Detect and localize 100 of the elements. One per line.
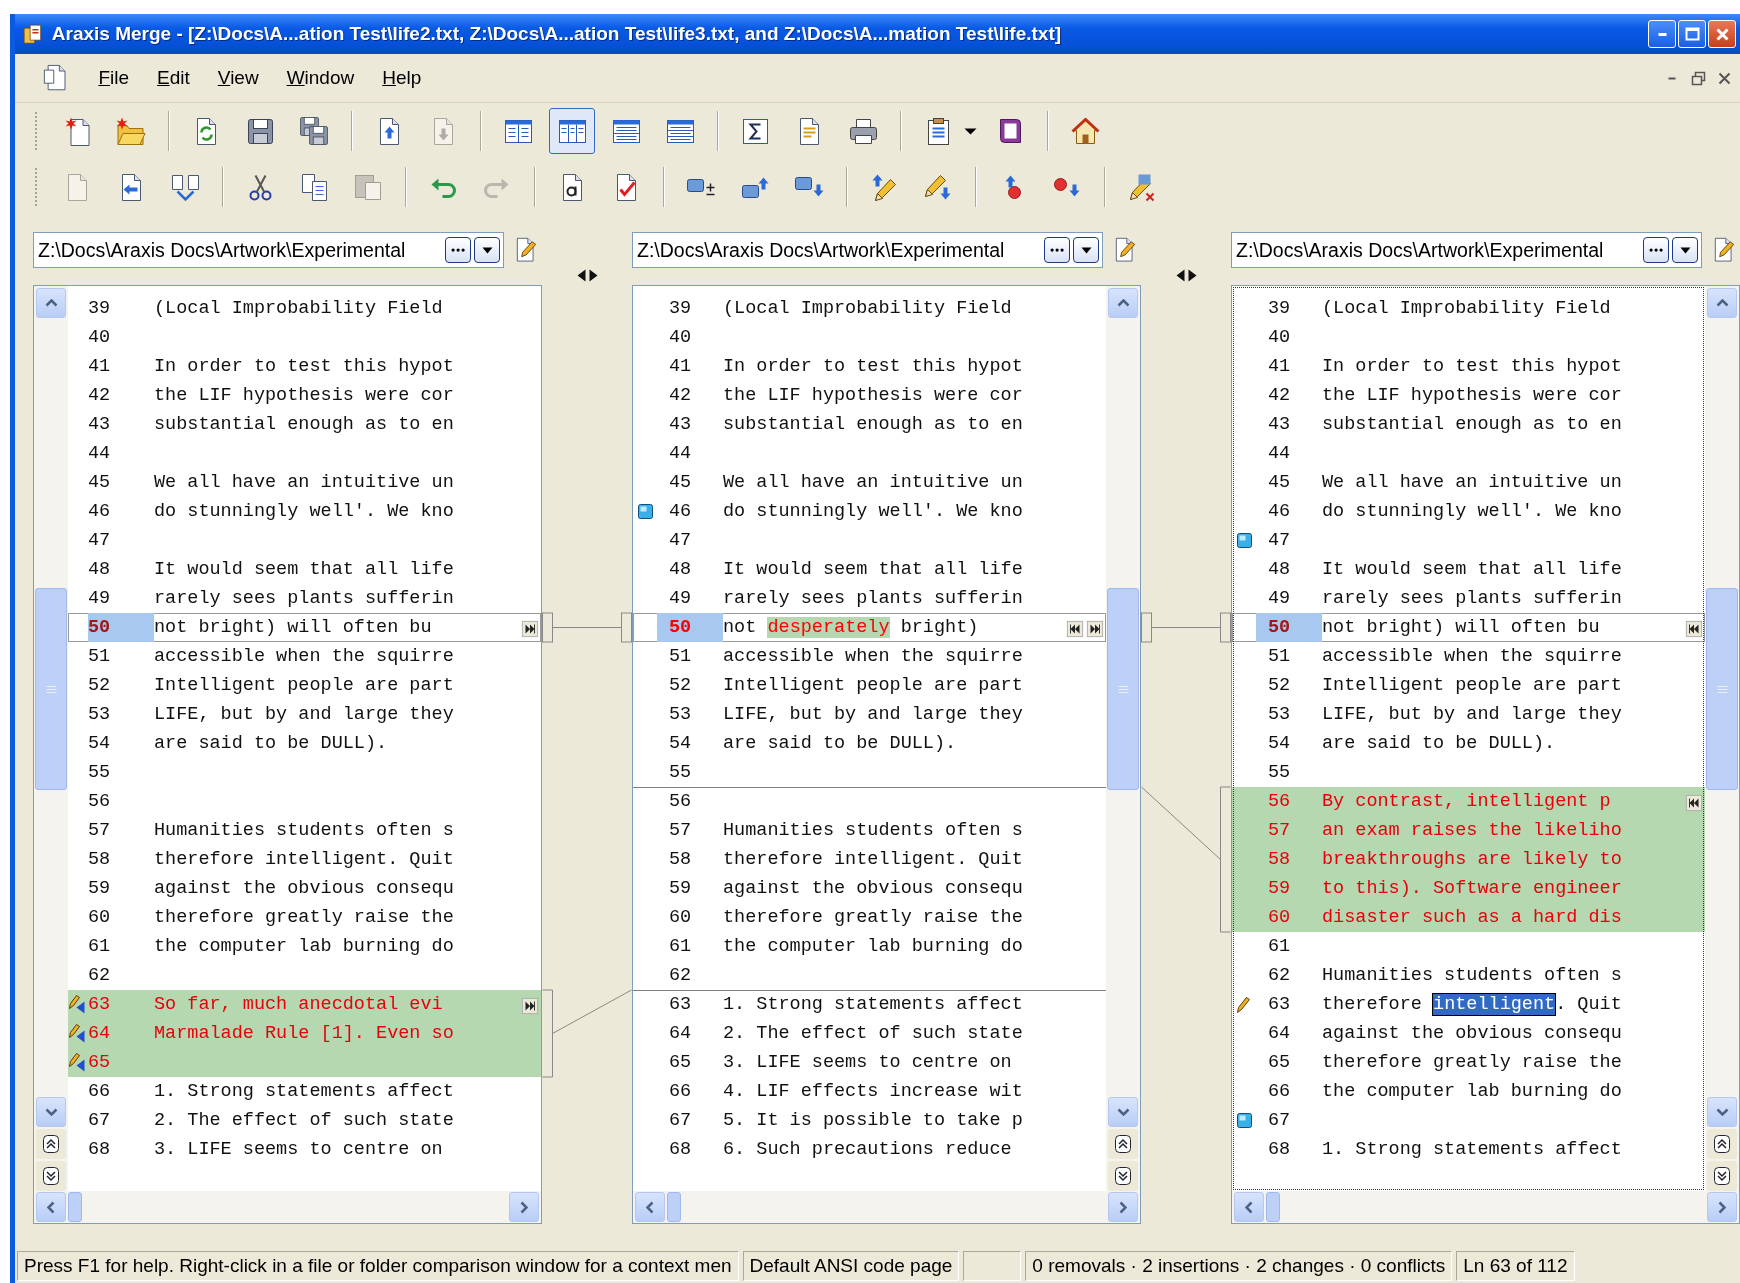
- toolbar-button[interactable]: [549, 108, 595, 154]
- vertical-scrollbar[interactable]: [34, 286, 68, 1191]
- previous-change-button[interactable]: [1108, 1129, 1138, 1159]
- menu-item[interactable]: File: [86, 63, 141, 93]
- line-number: 58: [1267, 848, 1292, 872]
- line-number: 68: [88, 1138, 112, 1162]
- line-number: 54: [668, 732, 693, 756]
- line-number: 66: [1267, 1080, 1292, 1104]
- merge-right-button[interactable]: [521, 995, 539, 1014]
- scroll-up-button[interactable]: [1108, 288, 1138, 318]
- scroll-down-button[interactable]: [1108, 1097, 1138, 1127]
- path-field[interactable]: Z:\Docs\Araxis Docs\Artwork\Experimental: [632, 232, 1103, 268]
- line-text: By contrast, intelligent p: [1322, 790, 1612, 814]
- browse-button[interactable]: [1044, 237, 1070, 263]
- minimize-button[interactable]: [1648, 20, 1676, 48]
- line-number: 50: [657, 613, 723, 642]
- three-row-layout-icon: [665, 118, 695, 144]
- next-change-button[interactable]: [1707, 1161, 1737, 1191]
- scroll-right-button[interactable]: [1108, 1192, 1138, 1222]
- undo-icon: [430, 176, 456, 198]
- app-icon: [23, 23, 42, 45]
- line-text: In order to test this hypot: [1322, 355, 1623, 379]
- scroll-left-button[interactable]: [36, 1192, 66, 1222]
- line-number: 45: [668, 471, 693, 495]
- line-text: substantial enough as to en: [1322, 413, 1623, 437]
- line-number: 51: [88, 645, 112, 669]
- report-document-icon: [798, 116, 820, 146]
- line-number: 51: [668, 645, 693, 669]
- scroll-left-button[interactable]: [1234, 1192, 1264, 1222]
- menu-item[interactable]: Help: [370, 63, 434, 93]
- bookmark-icon: [1236, 1112, 1253, 1129]
- previous-change-button[interactable]: [36, 1129, 66, 1159]
- merge-left-button[interactable]: [1685, 618, 1703, 637]
- line-number: 46: [88, 500, 112, 524]
- vertical-scrollbar[interactable]: [1705, 286, 1739, 1191]
- line-text: (Local Improbability Field: [723, 297, 1013, 321]
- edit-document-icon: [515, 237, 537, 263]
- line-text: substantial enough as to en: [723, 413, 1024, 437]
- menu-item[interactable]: View: [205, 63, 271, 93]
- scroll-thumb[interactable]: [68, 1192, 82, 1222]
- book-icon: [998, 118, 1022, 144]
- horizontal-scrollbar[interactable]: [34, 1191, 541, 1223]
- previous-change-button[interactable]: [1707, 1129, 1737, 1159]
- maximize-button[interactable]: [1678, 20, 1706, 48]
- scroll-thumb[interactable]: [35, 588, 67, 790]
- scroll-down-button[interactable]: [1707, 1097, 1737, 1127]
- line-text: 1. Strong statements affect: [1322, 1138, 1623, 1162]
- line-number: 41: [1267, 355, 1292, 379]
- two-row-layout-icon: [611, 118, 641, 144]
- vertical-scrollbar[interactable]: [1106, 286, 1140, 1191]
- line-number: 44: [1267, 442, 1292, 466]
- chevron-down-icon: [1715, 1108, 1729, 1116]
- dropdown-button[interactable]: [1672, 237, 1698, 263]
- browse-button[interactable]: [1643, 237, 1669, 263]
- merge-right-button[interactable]: [521, 618, 539, 637]
- scroll-down-button[interactable]: [36, 1097, 66, 1127]
- splitter-arrows-icon: [575, 268, 599, 283]
- scroll-up-button[interactable]: [36, 288, 66, 318]
- scroll-right-button[interactable]: [509, 1192, 539, 1222]
- merge-left-button[interactable]: [1066, 618, 1084, 637]
- maximize-icon: [1684, 27, 1700, 41]
- dropdown-button[interactable]: [474, 237, 500, 263]
- scroll-up-button[interactable]: [1707, 288, 1737, 318]
- path-field[interactable]: Z:\Docs\Araxis Docs\Artwork\Experimental: [1231, 232, 1702, 268]
- path-field[interactable]: Z:\Docs\Araxis Docs\Artwork\Experimental: [33, 232, 504, 268]
- chevron-down-icon: [1116, 1108, 1130, 1116]
- line-number: 47: [88, 529, 112, 553]
- horizontal-scrollbar[interactable]: [633, 1191, 1140, 1223]
- horizontal-scrollbar[interactable]: [1232, 1191, 1739, 1223]
- menu-item[interactable]: Edit: [145, 63, 202, 93]
- browse-button[interactable]: [445, 237, 471, 263]
- line-number: 68: [668, 1138, 693, 1162]
- merge-right-button[interactable]: [1086, 618, 1104, 637]
- line-text: 2. The effect of such state: [154, 1109, 455, 1133]
- line-number: 54: [88, 732, 112, 756]
- chevron-left-icon: [47, 1200, 55, 1214]
- menu-item[interactable]: Window: [274, 63, 367, 93]
- scroll-thumb[interactable]: [1266, 1192, 1280, 1222]
- line-number: 59: [1267, 877, 1292, 901]
- dropdown-button[interactable]: [1073, 237, 1099, 263]
- line-number: 66: [668, 1080, 693, 1104]
- merge-left-button[interactable]: [1685, 792, 1703, 811]
- line-text: substantial enough as to en: [154, 413, 455, 437]
- bookmark-icon: [637, 503, 654, 520]
- chevron-up-icon: [1116, 299, 1130, 307]
- line-text: rarely sees plants sufferin: [154, 587, 455, 611]
- line-text: In order to test this hypot: [154, 355, 455, 379]
- line-text: 4. LIF effects increase wit: [723, 1080, 1024, 1104]
- scroll-thumb[interactable]: [1107, 588, 1139, 790]
- scroll-left-button[interactable]: [635, 1192, 665, 1222]
- line-number: 46: [668, 500, 693, 524]
- text-document-icon: [561, 172, 583, 202]
- chevron-down-icon: [44, 1108, 58, 1116]
- scroll-thumb[interactable]: [667, 1192, 681, 1222]
- scroll-thumb[interactable]: [1706, 588, 1738, 790]
- close-button[interactable]: [1708, 20, 1736, 48]
- caret-icon: [1079, 245, 1093, 255]
- next-change-button[interactable]: [36, 1161, 66, 1191]
- scroll-right-button[interactable]: [1707, 1192, 1737, 1222]
- next-change-button[interactable]: [1108, 1161, 1138, 1191]
